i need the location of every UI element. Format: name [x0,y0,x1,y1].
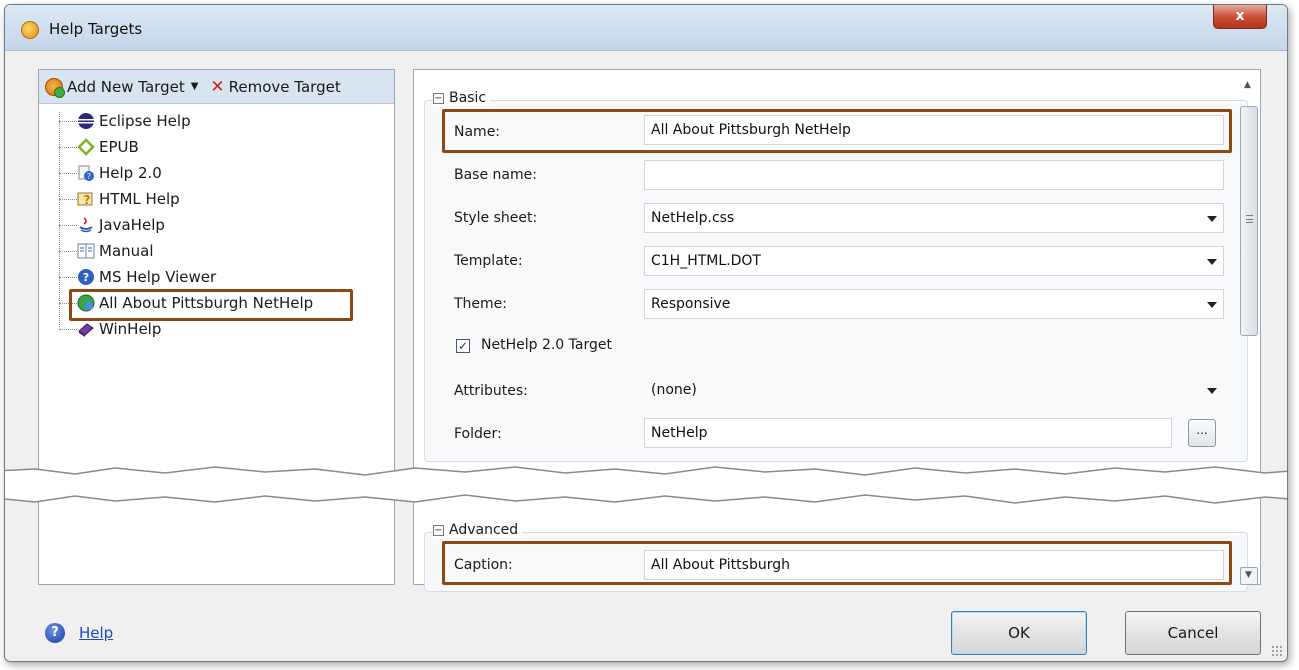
tree-item-html-help[interactable]: ? HTML Help [39,186,394,212]
help-link[interactable]: ? Help [45,623,113,643]
title-bar: Help Targets x [5,5,1287,51]
dropdown-arrow-icon [1207,259,1217,265]
tree-item-eclipse-help[interactable]: Eclipse Help [39,108,394,134]
dropdown-arrow-icon [1207,216,1217,222]
base-name-label: Base name: [454,167,537,183]
advanced-group: − Advanced Caption: All About Pittsburgh [424,522,1248,592]
tree-item-label: Manual [99,242,154,260]
tree-item-label: WinHelp [99,320,162,338]
add-new-target-label: Add New Target [67,77,185,96]
tree-item-label: HTML Help [99,190,180,208]
resize-grip[interactable] [1271,645,1283,657]
java-icon [79,217,93,233]
template-select[interactable]: C1H_HTML.DOT [644,246,1224,276]
scroll-down-icon: ▼ [1245,570,1252,580]
dropdown-arrow-icon [1207,388,1217,394]
tree-item-manual[interactable]: Manual [39,238,394,264]
eclipse-icon [78,113,94,129]
basic-legend: Basic [449,90,487,106]
attributes-value: (none) [651,382,697,398]
caption-row-highlight [442,541,1232,585]
tree-item-ms-help-viewer[interactable]: ? MS Help Viewer [39,264,394,290]
svg-text:?: ? [84,193,91,207]
tree-item-label: JavaHelp [99,216,165,234]
tree-item-label: Help 2.0 [99,164,162,182]
advanced-group-header[interactable]: − Advanced [433,522,523,538]
manual-icon [77,243,95,259]
style-sheet-select[interactable]: NetHelp.css [644,203,1224,233]
theme-value: Responsive [651,296,731,312]
nethelp-target-checkbox[interactable]: ✓ [456,339,470,353]
targets-toolbar: Add New Target ▼ ✕ Remove Target [39,70,394,104]
scrollbar-thumb[interactable] [1240,106,1258,336]
app-icon [21,21,39,39]
tree-item-javahelp[interactable]: JavaHelp [39,212,394,238]
base-name-field[interactable] [644,160,1224,190]
ok-button[interactable]: OK [951,611,1087,655]
advanced-legend: Advanced [449,522,519,538]
collapse-icon: − [433,524,444,536]
selected-target-highlight [69,289,353,321]
scroll-up-icon[interactable]: ▲ [1244,80,1251,90]
style-sheet-value: NetHelp.css [651,210,735,226]
svg-text:?: ? [83,271,89,284]
remove-icon: ✕ [210,76,225,97]
style-sheet-label: Style sheet: [454,210,538,226]
ms-help-viewer-icon: ? [78,269,94,285]
tree-item-epub[interactable]: EPUB [39,134,394,160]
window-title: Help Targets [49,20,143,38]
template-value: C1H_HTML.DOT [651,253,761,269]
folder-label: Folder: [454,426,502,442]
attributes-label: Attributes: [454,383,528,399]
theme-select[interactable]: Responsive [644,289,1224,319]
remove-target-button[interactable]: ✕ Remove Target [210,77,340,97]
browse-folder-button[interactable]: ... [1188,419,1216,447]
torn-edge-divider [5,466,1287,504]
basic-group: − Basic Name: All About Pittsburgh NetHe… [424,90,1248,462]
basic-group-header[interactable]: − Basic [433,90,491,106]
folder-field[interactable]: NetHelp [644,418,1172,448]
remove-target-label: Remove Target [228,77,341,96]
tree-item-help-2[interactable]: ? Help 2.0 [39,160,394,186]
add-target-icon [45,77,65,98]
dropdown-arrow-icon [1207,302,1217,308]
name-row-highlight [442,109,1232,153]
collapse-icon: − [433,92,444,104]
tree-item-label: Eclipse Help [99,112,191,130]
cancel-button[interactable]: Cancel [1125,611,1261,655]
chevron-down-icon: ▼ [190,81,199,92]
help-icon: ? [45,623,65,643]
theme-label: Theme: [454,296,508,312]
winhelp-icon [78,323,94,337]
help2-icon: ? [78,165,94,181]
help-targets-dialog: Help Targets x Add New Target ▼ ✕ Remove… [4,4,1288,662]
nethelp-target-label: NetHelp 2.0 Target [481,337,612,353]
tree-item-label: MS Help Viewer [99,268,217,286]
tree-item-label: EPUB [99,138,139,156]
svg-text:?: ? [87,172,91,181]
scroll-down-button[interactable]: ▼ [1240,567,1258,585]
html-help-icon: ? [77,192,93,207]
template-label: Template: [454,253,523,269]
grip-icon [1246,215,1253,223]
help-link-label: Help [79,624,114,642]
attributes-select[interactable]: (none) [644,375,1224,405]
epub-icon [77,138,95,156]
close-button[interactable]: x [1213,5,1267,29]
add-new-target-button[interactable]: Add New Target ▼ [45,77,206,98]
